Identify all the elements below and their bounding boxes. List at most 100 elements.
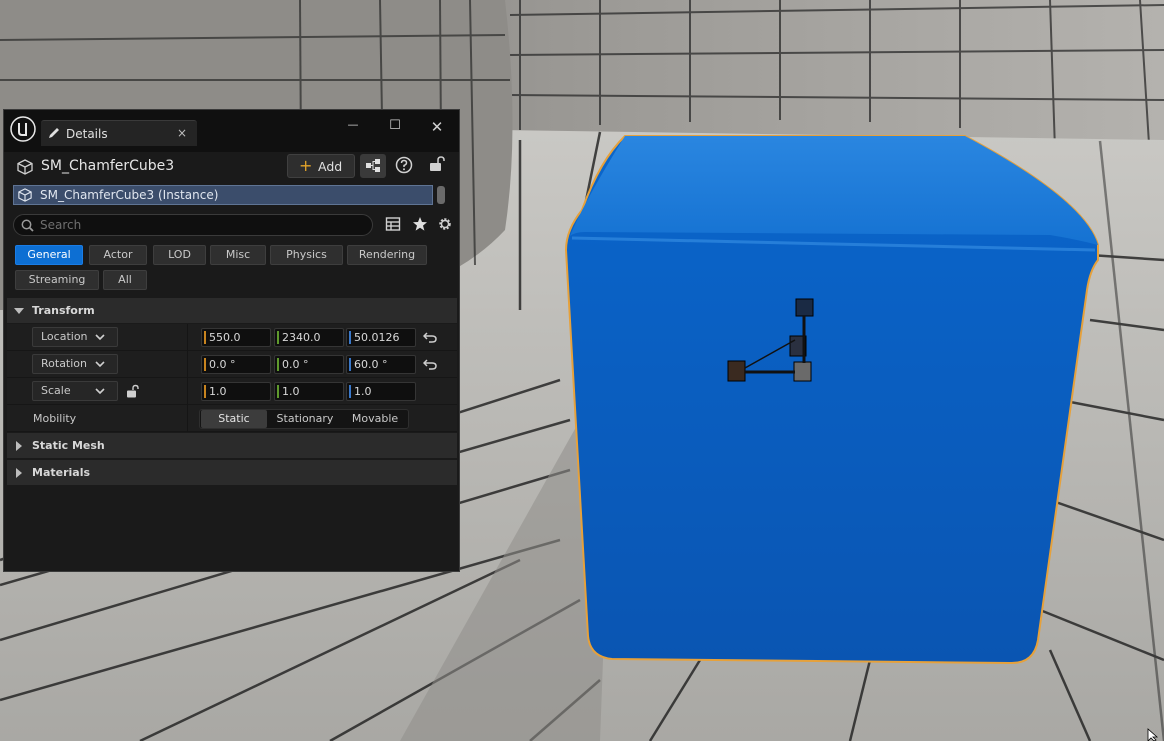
table-view-icon[interactable] bbox=[385, 216, 401, 232]
y-axis-marker bbox=[277, 358, 279, 371]
scale-z-value: 1.0 bbox=[354, 385, 372, 398]
scale-x-value: 1.0 bbox=[209, 385, 227, 398]
filter-all-button[interactable]: All bbox=[103, 270, 147, 290]
hierarchy-icon bbox=[366, 159, 380, 172]
mobility-movable-option[interactable]: Movable bbox=[342, 410, 408, 428]
filter-physics-button[interactable]: Physics bbox=[270, 245, 343, 265]
scale-y-value: 1.0 bbox=[282, 385, 300, 398]
chevron-down-icon bbox=[14, 308, 24, 314]
static-mesh-section-label: Static Mesh bbox=[32, 439, 105, 452]
filter-general-button[interactable]: General bbox=[15, 245, 83, 265]
rotation-y-value: 0.0 ° bbox=[282, 358, 309, 371]
location-z-field[interactable]: 50.0126 bbox=[346, 328, 416, 347]
column-divider[interactable] bbox=[187, 324, 188, 351]
rotation-y-field[interactable]: 0.0 ° bbox=[274, 355, 344, 374]
add-component-button[interactable]: + Add bbox=[287, 154, 355, 178]
location-y-value: 2340.0 bbox=[282, 331, 321, 344]
y-axis-marker bbox=[277, 331, 279, 344]
location-y-field[interactable]: 2340.0 bbox=[274, 328, 344, 347]
details-tab-label: Details bbox=[66, 127, 108, 141]
static-mesh-icon bbox=[17, 159, 33, 175]
rotation-x-field[interactable]: 0.0 ° bbox=[201, 355, 271, 374]
scale-z-field[interactable]: 1.0 bbox=[346, 382, 416, 401]
star-icon[interactable] bbox=[412, 216, 428, 232]
scale-row: Scale 1.0 1.0 1.0 bbox=[7, 378, 457, 405]
location-dropdown[interactable]: Location bbox=[32, 327, 118, 347]
actor-name: SM_ChamferCube3 bbox=[41, 158, 175, 174]
y-axis-marker bbox=[277, 385, 279, 398]
rotation-z-field[interactable]: 60.0 ° bbox=[346, 355, 416, 374]
unreal-logo-icon bbox=[10, 116, 36, 142]
scale-label: Scale bbox=[41, 384, 71, 397]
actor-header: SM_ChamferCube3 + Add bbox=[4, 152, 459, 182]
x-axis-marker bbox=[204, 358, 206, 371]
transform-section-label: Transform bbox=[32, 304, 95, 317]
pencil-icon bbox=[49, 128, 59, 138]
minimize-icon[interactable]: — bbox=[343, 118, 363, 138]
window-close-icon[interactable]: ✕ bbox=[427, 118, 447, 138]
z-axis-marker bbox=[349, 331, 351, 344]
rotation-x-value: 0.0 ° bbox=[209, 358, 236, 371]
details-titlebar[interactable]: Details × — ☐ ✕ bbox=[4, 110, 459, 152]
details-panel: Details × — ☐ ✕ SM_ChamferCube3 + Add SM… bbox=[3, 109, 460, 572]
chevron-right-icon bbox=[16, 441, 22, 451]
reset-arrow-icon[interactable] bbox=[423, 331, 437, 343]
materials-section-header[interactable]: Materials bbox=[7, 460, 457, 485]
component-tree-scrollbar[interactable] bbox=[437, 186, 445, 204]
filter-misc-button[interactable]: Misc bbox=[210, 245, 266, 265]
location-x-field[interactable]: 550.0 bbox=[201, 328, 271, 347]
chevron-down-icon bbox=[95, 334, 105, 341]
mobility-selector: Static Stationary Movable bbox=[199, 409, 409, 429]
z-axis-marker bbox=[349, 358, 351, 371]
scale-y-field[interactable]: 1.0 bbox=[274, 382, 344, 401]
details-empty-area bbox=[7, 489, 457, 571]
component-tree-item-instance[interactable]: SM_ChamferCube3 (Instance) bbox=[13, 185, 433, 205]
static-mesh-component-icon bbox=[18, 188, 32, 202]
maximize-icon[interactable]: ☐ bbox=[385, 118, 405, 138]
x-axis-marker bbox=[204, 331, 206, 344]
filter-actor-button[interactable]: Actor bbox=[89, 245, 147, 265]
search-input[interactable] bbox=[40, 217, 360, 233]
filter-rendering-button[interactable]: Rendering bbox=[347, 245, 427, 265]
mobility-stationary-option[interactable]: Stationary bbox=[268, 410, 342, 428]
search-icon bbox=[21, 219, 34, 232]
rotation-z-value: 60.0 ° bbox=[354, 358, 388, 371]
rotation-dropdown[interactable]: Rotation bbox=[32, 354, 118, 374]
details-tab[interactable]: Details × bbox=[41, 120, 197, 146]
scale-x-field[interactable]: 1.0 bbox=[201, 382, 271, 401]
rotation-row: Rotation 0.0 ° 0.0 ° 60.0 ° bbox=[7, 351, 457, 378]
filter-lod-button[interactable]: LOD bbox=[153, 245, 206, 265]
mobility-label: Mobility bbox=[33, 412, 77, 425]
lock-open-icon[interactable] bbox=[429, 155, 445, 173]
chevron-down-icon bbox=[95, 388, 105, 395]
tab-close-icon[interactable]: × bbox=[177, 126, 187, 140]
component-label: SM_ChamferCube3 (Instance) bbox=[40, 188, 219, 202]
column-divider[interactable] bbox=[187, 351, 188, 378]
scale-lock-open-icon[interactable] bbox=[126, 384, 139, 399]
filter-streaming-button[interactable]: Streaming bbox=[15, 270, 99, 290]
column-divider[interactable] bbox=[187, 405, 188, 432]
scale-dropdown[interactable]: Scale bbox=[32, 381, 118, 401]
location-z-value: 50.0126 bbox=[354, 331, 400, 344]
gear-icon[interactable] bbox=[437, 216, 453, 232]
location-x-value: 550.0 bbox=[209, 331, 241, 344]
blueprint-hierarchy-button[interactable] bbox=[360, 154, 386, 178]
transform-section-header[interactable]: Transform bbox=[7, 298, 457, 323]
column-divider[interactable] bbox=[187, 378, 188, 405]
mouse-cursor-icon bbox=[1147, 728, 1159, 741]
mobility-row: Mobility Static Stationary Movable bbox=[7, 405, 457, 432]
reset-arrow-icon[interactable] bbox=[423, 358, 437, 370]
static-mesh-section-header[interactable]: Static Mesh bbox=[7, 433, 457, 458]
location-label: Location bbox=[41, 330, 88, 343]
x-axis-marker bbox=[204, 385, 206, 398]
rotation-label: Rotation bbox=[41, 357, 88, 370]
add-button-label: Add bbox=[318, 159, 343, 174]
details-search[interactable] bbox=[13, 214, 373, 236]
help-icon[interactable] bbox=[395, 156, 413, 174]
chevron-right-icon bbox=[16, 468, 22, 478]
plus-icon: + bbox=[299, 156, 313, 175]
materials-section-label: Materials bbox=[32, 466, 91, 479]
location-row: Location 550.0 2340.0 50.0126 bbox=[7, 324, 457, 351]
mobility-static-option[interactable]: Static bbox=[201, 410, 267, 428]
chevron-down-icon bbox=[95, 361, 105, 368]
